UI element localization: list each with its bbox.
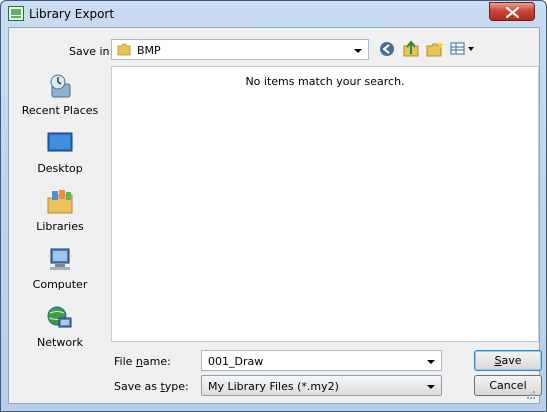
- save-in-combobox[interactable]: BMP: [111, 39, 369, 60]
- up-folder-icon[interactable]: [401, 39, 421, 59]
- save-button[interactable]: Save: [474, 350, 542, 371]
- file-list[interactable]: No items match your search.: [111, 66, 539, 342]
- save-as-type-label: Save as type:: [114, 380, 189, 393]
- save-in-label: Save in:: [69, 45, 114, 58]
- title-bar[interactable]: Library Export: [1, 1, 546, 27]
- computer-icon: [50, 248, 70, 270]
- place-label: Desktop: [37, 162, 83, 175]
- libraries-icon: [47, 190, 73, 214]
- chevron-down-icon[interactable]: [354, 49, 362, 53]
- save-as-type-value: My Library Files (*.my2): [208, 380, 339, 393]
- places-bar: Recent Places Desktop Libraries Computer…: [12, 66, 108, 368]
- place-label: Network: [37, 336, 83, 349]
- resize-grip-icon[interactable]: [526, 390, 536, 400]
- save-dialog-body: Save in: BMP Recent Places Desktop Libra…: [8, 27, 542, 404]
- chevron-down-icon[interactable]: [427, 360, 435, 364]
- recent-places-icon: [50, 74, 71, 98]
- save-as-type-select[interactable]: My Library Files (*.my2): [201, 375, 442, 396]
- place-recent-places[interactable]: Recent Places: [12, 72, 108, 128]
- place-network[interactable]: Network: [12, 304, 108, 360]
- window-title: Library Export: [29, 7, 115, 21]
- file-name-input[interactable]: 001_Draw: [201, 350, 442, 371]
- empty-message: No items match your search.: [245, 75, 405, 88]
- place-label: Recent Places: [21, 104, 99, 117]
- back-icon[interactable]: [377, 39, 397, 59]
- file-name-value: 001_Draw: [208, 355, 264, 368]
- new-folder-icon[interactable]: [425, 39, 445, 59]
- place-label: Libraries: [36, 220, 84, 233]
- library-export-window: Library Export Save in: BMP Recent Place…: [0, 0, 547, 412]
- chevron-down-icon[interactable]: [427, 385, 435, 389]
- save-in-value: BMP: [137, 44, 161, 57]
- network-icon: [47, 306, 72, 328]
- place-libraries[interactable]: Libraries: [12, 188, 108, 244]
- close-icon: [506, 7, 519, 18]
- file-name-label: File name:: [114, 355, 171, 368]
- place-label: Computer: [32, 278, 88, 291]
- desktop-icon: [47, 132, 73, 152]
- view-menu-button[interactable]: [449, 39, 477, 59]
- view-menu-icon: [450, 42, 474, 55]
- app-icon: [8, 6, 24, 21]
- place-computer[interactable]: Computer: [12, 246, 108, 302]
- close-button[interactable]: [489, 2, 535, 21]
- place-desktop[interactable]: Desktop: [12, 130, 108, 186]
- folder-icon: [117, 43, 131, 56]
